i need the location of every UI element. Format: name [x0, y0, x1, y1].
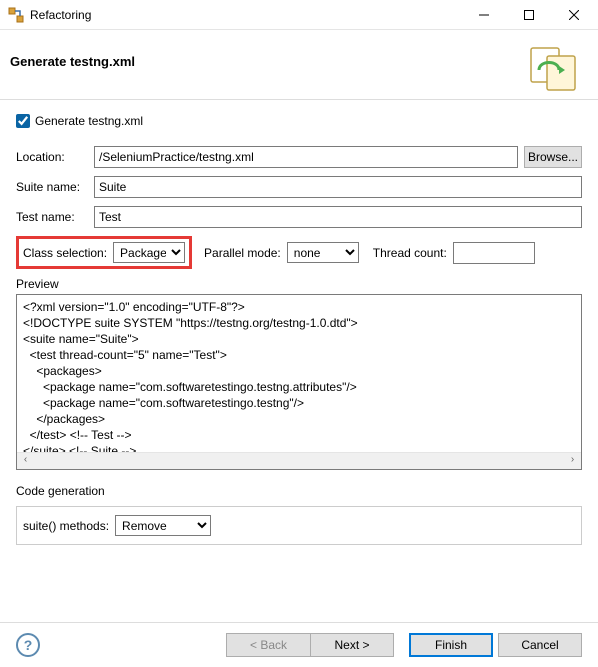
wizard-banner-icon — [529, 40, 584, 95]
class-selection-highlight: Class selection: Packages — [16, 236, 192, 269]
thread-count-input[interactable] — [453, 242, 535, 264]
parallel-mode-select[interactable]: none — [287, 242, 359, 263]
suite-name-label: Suite name: — [16, 180, 88, 194]
horizontal-scrollbar[interactable]: ‹ › — [17, 452, 581, 469]
preview-content: <?xml version="1.0" encoding="UTF-8"?> <… — [23, 299, 575, 459]
parallel-mode-label: Parallel mode: — [204, 246, 281, 260]
preview-textarea[interactable]: <?xml version="1.0" encoding="UTF-8"?> <… — [16, 294, 582, 470]
close-button[interactable] — [551, 0, 596, 29]
minimize-button[interactable] — [461, 0, 506, 29]
page-title: Generate testng.xml — [10, 54, 135, 69]
title-bar: Refactoring — [0, 0, 598, 30]
finish-button[interactable]: Finish — [409, 633, 493, 657]
help-icon[interactable]: ? — [16, 633, 40, 657]
dialog-footer: ? < Back Next > Finish Cancel — [0, 622, 598, 667]
suite-methods-select[interactable]: Remove — [115, 515, 211, 536]
window-title: Refactoring — [30, 8, 461, 22]
maximize-button[interactable] — [506, 0, 551, 29]
class-selection-label: Class selection: — [23, 246, 107, 260]
thread-count-label: Thread count: — [373, 246, 447, 260]
suite-name-input[interactable] — [94, 176, 582, 198]
test-name-label: Test name: — [16, 210, 88, 224]
browse-button[interactable]: Browse... — [524, 146, 582, 168]
cancel-button[interactable]: Cancel — [498, 633, 582, 657]
suite-methods-label: suite() methods: — [23, 519, 109, 533]
location-input[interactable] — [94, 146, 518, 168]
generate-testng-label: Generate testng.xml — [35, 114, 143, 128]
preview-label: Preview — [16, 277, 582, 291]
scroll-right-icon[interactable]: › — [564, 452, 581, 468]
next-button[interactable]: Next > — [310, 633, 394, 657]
eclipse-refactor-icon — [8, 7, 24, 23]
code-generation-heading: Code generation — [16, 484, 582, 498]
dialog-header: Generate testng.xml — [0, 30, 598, 100]
test-name-input[interactable] — [94, 206, 582, 228]
generate-testng-checkbox[interactable] — [16, 114, 30, 128]
class-selection-select[interactable]: Packages — [113, 242, 185, 263]
generate-testng-checkbox-row[interactable]: Generate testng.xml — [16, 114, 582, 128]
scroll-left-icon[interactable]: ‹ — [17, 452, 34, 468]
back-button: < Back — [226, 633, 310, 657]
location-label: Location: — [16, 150, 88, 164]
code-generation-group: suite() methods: Remove — [16, 506, 582, 545]
